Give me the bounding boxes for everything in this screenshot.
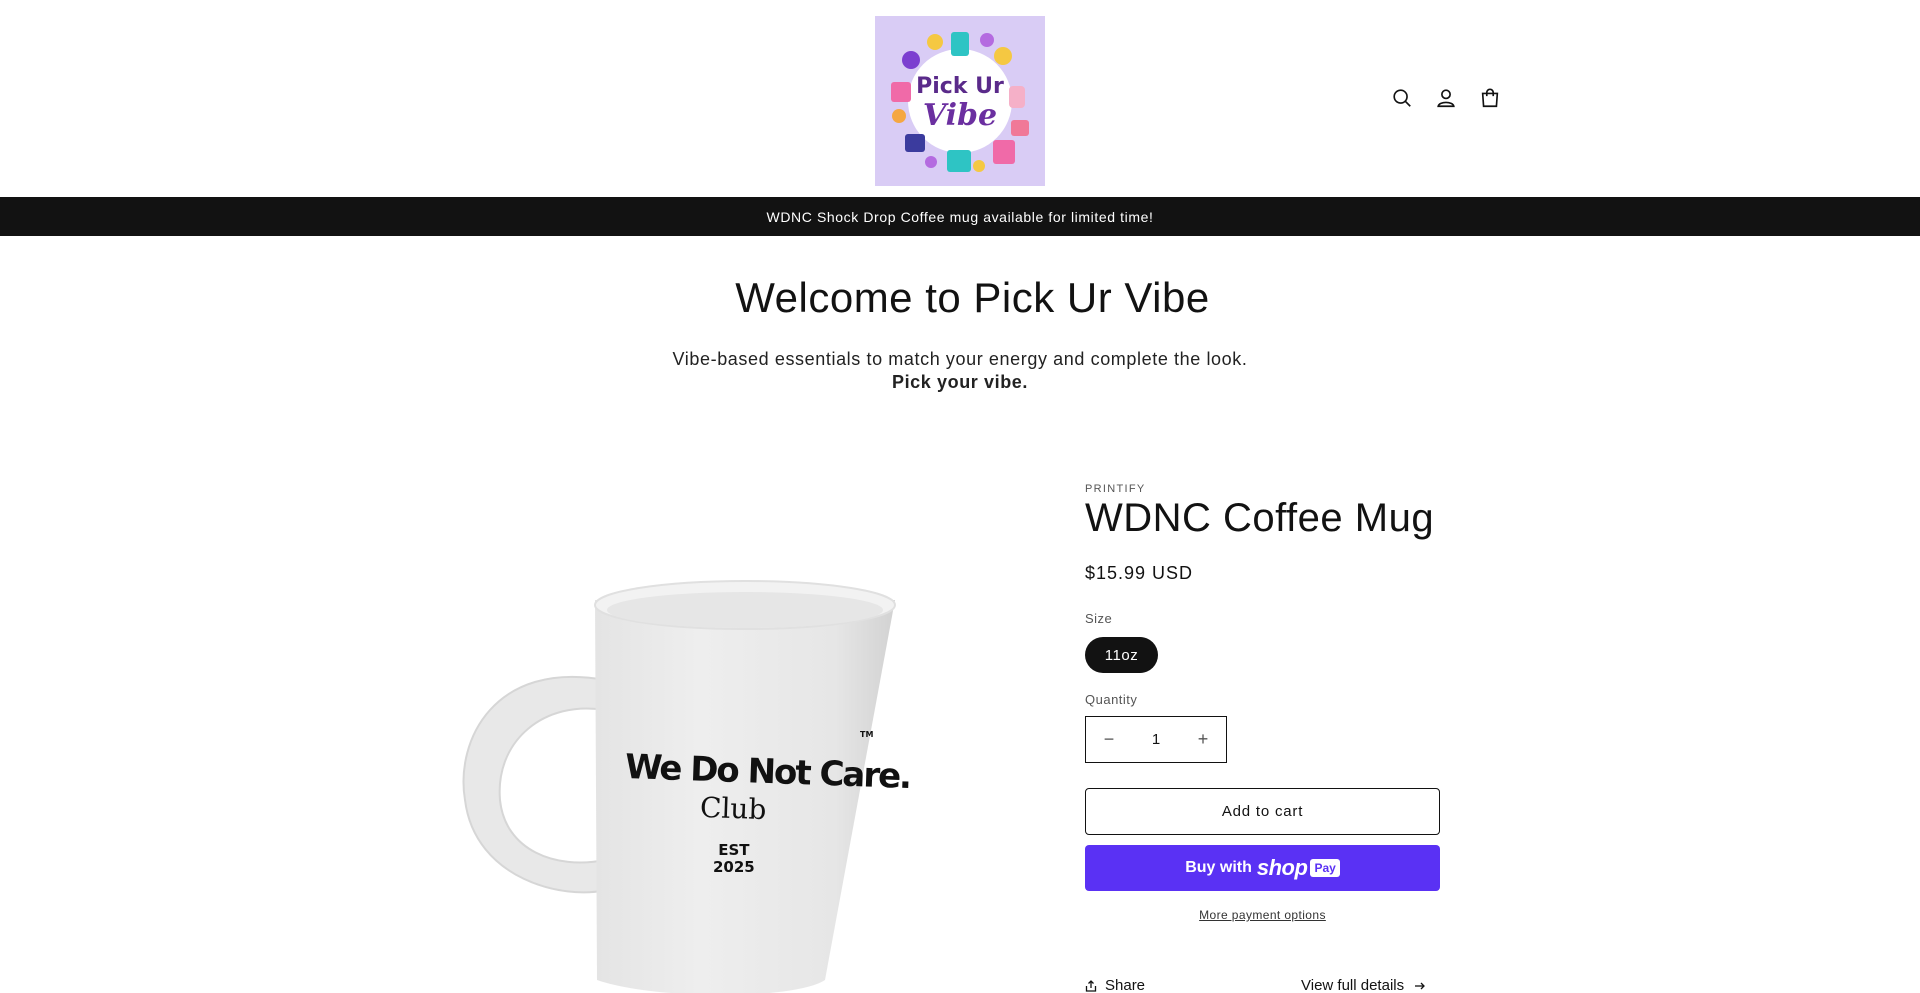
- welcome-tagline: Pick your vibe.: [891, 372, 1029, 392]
- quantity-increase-button[interactable]: +: [1180, 717, 1226, 762]
- view-full-details-label: View full details: [1301, 977, 1405, 993]
- quantity-stepper: − 1 +: [1085, 716, 1227, 763]
- search-icon[interactable]: [1390, 86, 1414, 110]
- welcome-subtitle: Vibe-based essentials to match your ener…: [672, 349, 1248, 369]
- site-header: Pick Ur Vibe: [0, 0, 1920, 197]
- mug-print-est-label: EST: [718, 841, 750, 859]
- mug-print-tm: TM: [860, 730, 874, 739]
- mug-print-est: EST 2025: [713, 842, 755, 876]
- logo-text-vibe: Vibe: [922, 98, 998, 133]
- shop-pay-badge: Pay: [1310, 859, 1340, 877]
- announcement-text: WDNC Shock Drop Coffee mug available for…: [766, 208, 1154, 225]
- quantity-label: Quantity: [1085, 692, 1138, 707]
- arrow-right-icon: [1415, 982, 1426, 989]
- size-label: Size: [1085, 611, 1113, 626]
- mug-print-year: 2025: [713, 858, 755, 876]
- cart-icon[interactable]: [1478, 86, 1502, 110]
- product-price: $15.99 USD: [1085, 563, 1194, 583]
- share-label: Share: [1105, 977, 1146, 993]
- quantity-decrease-button[interactable]: −: [1086, 717, 1132, 762]
- share-icon: [1085, 979, 1097, 992]
- quantity-input[interactable]: 1: [1132, 731, 1180, 748]
- product-vendor: PRINTIFY: [1085, 483, 1146, 495]
- more-payment-options-link[interactable]: More payment options: [1085, 908, 1440, 922]
- shop-pay-button[interactable]: Buy with shop Pay: [1085, 845, 1440, 891]
- product-title: WDNC Coffee Mug: [1085, 496, 1435, 540]
- shop-pay-logo: shop: [1256, 855, 1308, 880]
- add-to-cart-button[interactable]: Add to cart: [1085, 788, 1440, 835]
- view-full-details-link[interactable]: View full details: [1301, 977, 1426, 993]
- account-icon[interactable]: [1434, 86, 1458, 110]
- welcome-title: Welcome to Pick Ur Vibe: [735, 274, 1210, 321]
- product-image[interactable]: We Do Not Care. Club EST 2025 TM: [455, 560, 925, 993]
- announcement-bar: WDNC Shock Drop Coffee mug available for…: [0, 197, 1920, 236]
- share-button[interactable]: Share: [1085, 977, 1145, 993]
- size-option-11oz[interactable]: 11oz: [1085, 637, 1158, 673]
- header-icons: [1390, 86, 1502, 110]
- mug-print-line2: Club: [699, 790, 767, 827]
- store-logo[interactable]: Pick Ur Vibe: [875, 16, 1045, 186]
- shop-pay-buy-with: Buy with: [1185, 859, 1252, 876]
- logo-text-pick-ur: Pick Ur: [916, 74, 1004, 99]
